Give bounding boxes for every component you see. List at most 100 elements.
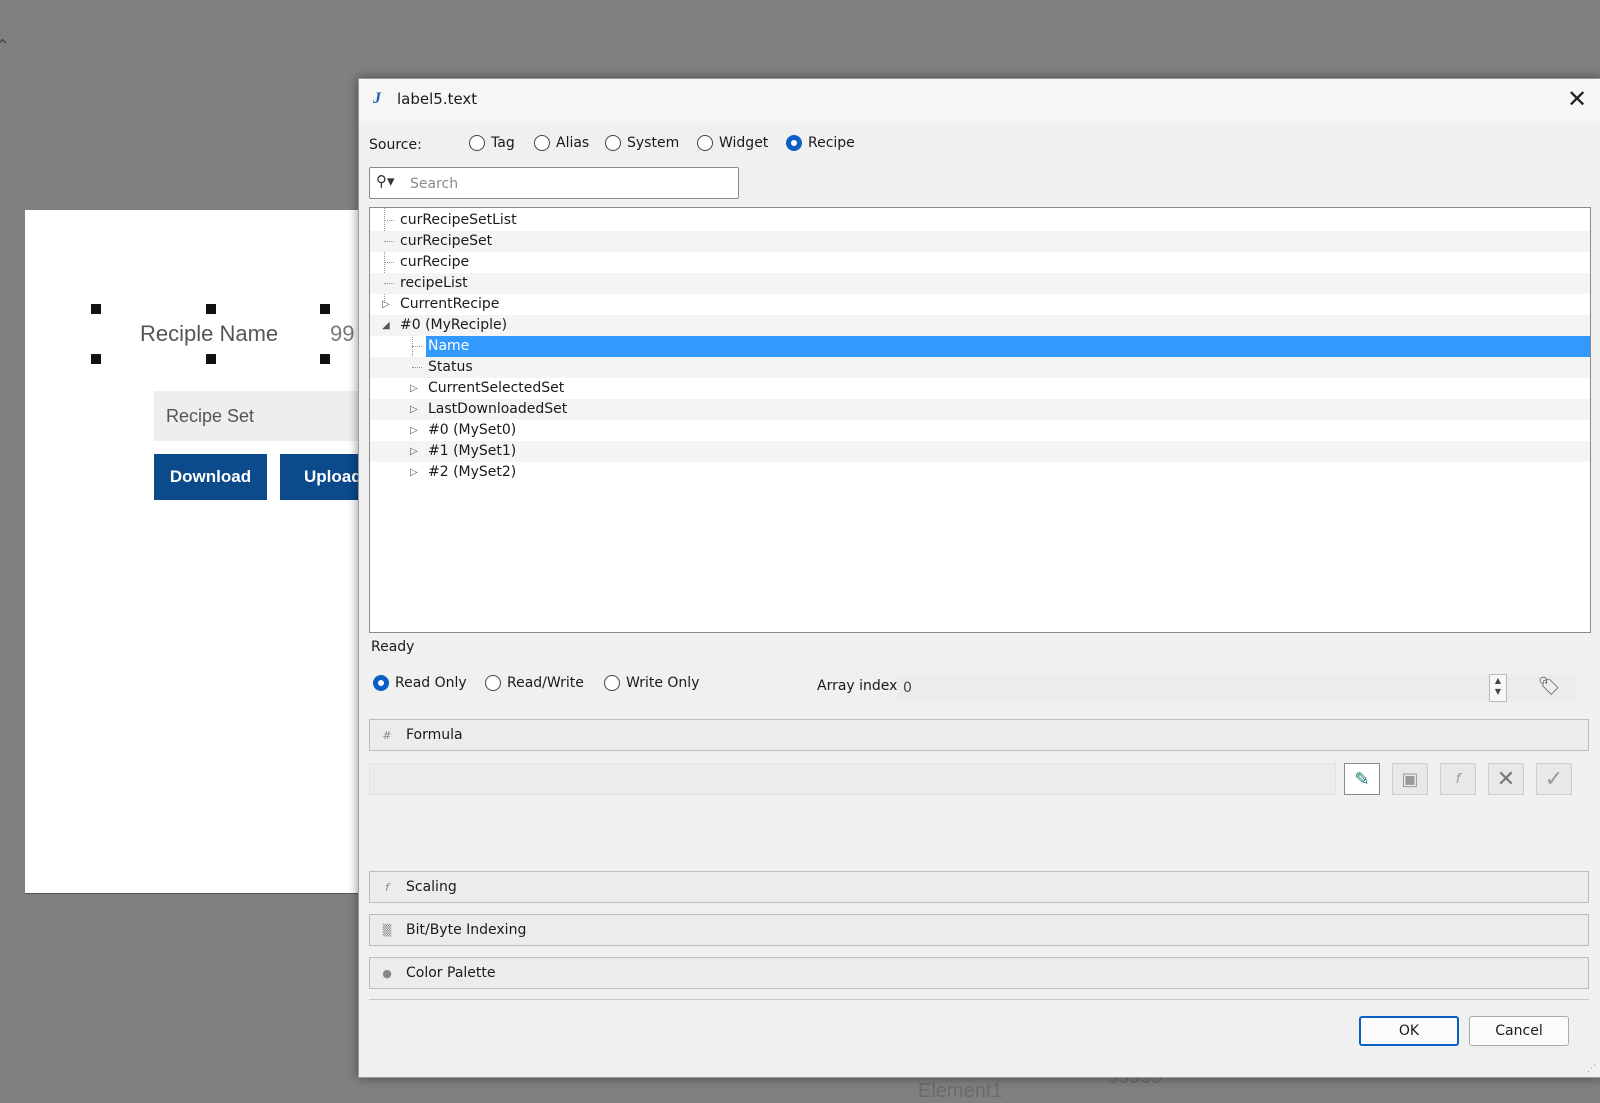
- source-label: Source:: [369, 137, 422, 153]
- save-formula-button[interactable]: ▣: [1392, 763, 1428, 795]
- tree-row[interactable]: Name: [370, 336, 1590, 357]
- tree-connector: [384, 283, 394, 284]
- selection-handle[interactable]: [320, 354, 330, 364]
- cursor-mark: [0, 38, 7, 47]
- tree-row[interactable]: ▷ CurrentRecipe: [370, 294, 1590, 315]
- clear-formula-button[interactable]: ✕: [1488, 763, 1524, 795]
- tree-item-label: Status: [428, 359, 473, 375]
- radio-button[interactable]: [534, 135, 550, 151]
- tree-item-label: recipeList: [400, 275, 468, 291]
- binding-dialog: J label5.text ✕ Source: Tag Alias System…: [358, 78, 1600, 1078]
- spinner-down-icon[interactable]: ▼: [1490, 686, 1506, 697]
- recipe-name-label[interactable]: Reciple Name: [140, 321, 278, 347]
- bit-byte-indexing-section[interactable]: ▒ Bit/Byte Indexing: [369, 914, 1589, 946]
- check-icon: ✓: [1544, 766, 1564, 792]
- function-button[interactable]: f: [1440, 763, 1476, 795]
- resize-grip-icon[interactable]: ⋰: [1587, 1064, 1596, 1074]
- tree-row[interactable]: ◢ #0 (MyReciple): [370, 315, 1590, 336]
- tree-item-label: #1 (MySet1): [428, 443, 517, 459]
- array-index-label: Array index: [817, 678, 898, 694]
- tree-row[interactable]: ▷ #0 (MySet0): [370, 420, 1590, 441]
- collapse-arrow-icon[interactable]: ◢: [382, 315, 390, 336]
- search-box[interactable]: ⚲▾: [369, 167, 739, 199]
- function-icon: f: [1455, 771, 1461, 787]
- access-radio-write-only[interactable]: Write Only: [604, 675, 699, 691]
- app-logo-icon: J: [373, 90, 381, 107]
- scaling-section[interactable]: f Scaling: [369, 871, 1589, 903]
- cancel-button[interactable]: Cancel: [1469, 1016, 1569, 1046]
- radio-button[interactable]: [469, 135, 485, 151]
- source-radio-system[interactable]: System: [605, 135, 679, 151]
- tree-row[interactable]: Status: [370, 357, 1590, 378]
- tree-row[interactable]: ▷ #2 (MySet2): [370, 462, 1590, 483]
- selection-handle[interactable]: [91, 304, 101, 314]
- access-radio-read-only[interactable]: Read Only: [373, 675, 467, 691]
- radio-button[interactable]: [697, 135, 713, 151]
- tree-item-label: #2 (MySet2): [428, 464, 517, 480]
- tree-item-label: curRecipe: [400, 254, 470, 270]
- formula-input[interactable]: [369, 763, 1336, 795]
- tree-item-label: LastDownloadedSet: [428, 401, 568, 417]
- tree-selection-highlight: [426, 336, 1590, 357]
- tag-icon[interactable]: 🏷: [1534, 671, 1564, 701]
- radio-button[interactable]: [605, 135, 621, 151]
- close-icon[interactable]: ✕: [1567, 85, 1587, 113]
- expand-arrow-icon[interactable]: ▷: [410, 378, 418, 399]
- radio-button-selected[interactable]: [786, 135, 802, 151]
- formula-section[interactable]: # Formula: [369, 719, 1589, 751]
- expand-arrow-icon[interactable]: ▷: [410, 462, 418, 483]
- radio-button[interactable]: [485, 675, 501, 691]
- download-button[interactable]: Download: [154, 454, 267, 500]
- variable-tree[interactable]: curRecipeSetList curRecipeSet curRecipe rec…: [369, 207, 1591, 633]
- source-radio-alias[interactable]: Alias: [534, 135, 589, 151]
- recipe-set-field[interactable]: Recipe Set: [154, 391, 374, 441]
- tree-row[interactable]: curRecipeSetList: [370, 210, 1590, 231]
- tree-item-label: #0 (MySet0): [428, 422, 517, 438]
- tree-item-label: #0 (MyReciple): [400, 317, 508, 333]
- expand-arrow-icon[interactable]: ▷: [410, 441, 418, 462]
- source-radio-widget[interactable]: Widget: [697, 135, 768, 151]
- tree-item-label: curRecipeSet: [400, 233, 493, 249]
- ok-button[interactable]: OK: [1359, 1016, 1459, 1046]
- source-radio-tag[interactable]: Tag: [469, 135, 515, 151]
- tree-row[interactable]: ▷ #1 (MySet1): [370, 441, 1590, 462]
- tree-row[interactable]: curRecipe: [370, 252, 1590, 273]
- access-radio-read-write[interactable]: Read/Write: [485, 675, 584, 691]
- radio-button-selected[interactable]: [373, 675, 389, 691]
- expand-arrow-icon[interactable]: ▷: [410, 399, 418, 420]
- status-text: Ready: [371, 639, 415, 655]
- design-canvas[interactable]: [25, 210, 365, 893]
- tree-item-label: CurrentSelectedSet: [428, 380, 565, 396]
- array-index-spinner[interactable]: ▲ ▼: [1489, 674, 1507, 702]
- tree-row[interactable]: recipeList: [370, 273, 1590, 294]
- tree-row[interactable]: ▷ LastDownloadedSet: [370, 399, 1590, 420]
- color-palette-section[interactable]: ● Color Palette: [369, 957, 1589, 989]
- cross-icon: ✕: [1496, 766, 1516, 792]
- apply-formula-button[interactable]: ✓: [1536, 763, 1572, 795]
- selection-handle[interactable]: [91, 354, 101, 364]
- selection-handle[interactable]: [206, 354, 216, 364]
- tree-connector: [384, 241, 394, 242]
- spinner-up-icon[interactable]: ▲: [1490, 675, 1506, 686]
- tree-connector: [412, 367, 422, 368]
- tree-connector: [412, 346, 422, 347]
- palette-icon: ●: [382, 966, 392, 980]
- search-icon[interactable]: ⚲▾: [376, 172, 395, 190]
- formula-icon: #: [382, 728, 392, 742]
- edit-formula-button[interactable]: ✎: [1344, 763, 1380, 795]
- bits-icon: ▒: [382, 923, 392, 937]
- tree-row[interactable]: ▷ CurrentSelectedSet: [370, 378, 1590, 399]
- selection-handle[interactable]: [206, 304, 216, 314]
- recipe-set-label: Recipe Set: [166, 406, 255, 426]
- edit-icon: ✎: [1354, 768, 1370, 790]
- array-index-input[interactable]: [897, 674, 1577, 702]
- tree-connector: [384, 220, 394, 221]
- selection-handle[interactable]: [320, 304, 330, 314]
- expand-arrow-icon[interactable]: ▷: [382, 294, 390, 315]
- source-radio-recipe[interactable]: Recipe: [786, 135, 855, 151]
- tree-row[interactable]: curRecipeSet: [370, 231, 1590, 252]
- radio-button[interactable]: [604, 675, 620, 691]
- search-input[interactable]: [408, 173, 732, 195]
- expand-arrow-icon[interactable]: ▷: [410, 420, 418, 441]
- tree-item-label: Name: [428, 338, 470, 354]
